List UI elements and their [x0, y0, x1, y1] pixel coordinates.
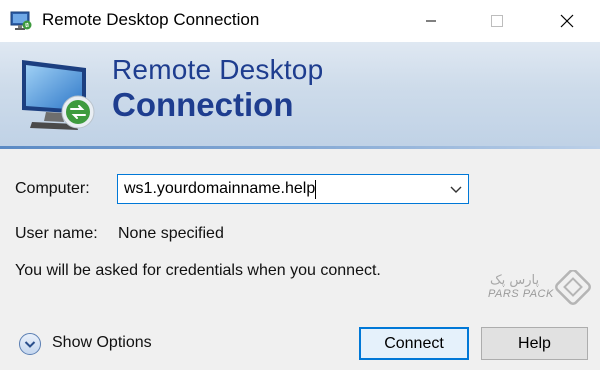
remote-desktop-monitor-icon: [22, 60, 95, 130]
maximize-button[interactable]: [474, 0, 520, 42]
banner-title-line2: Connection: [112, 86, 294, 123]
computer-input[interactable]: ws1.yourdomainname.help: [124, 180, 315, 198]
remote-desktop-app-icon: [10, 11, 32, 30]
help-button[interactable]: Help: [481, 327, 588, 360]
computer-combobox[interactable]: ws1.yourdomainname.help: [117, 174, 469, 204]
username-label: User name:: [15, 225, 98, 242]
connect-button[interactable]: Connect: [359, 327, 469, 360]
close-icon: [560, 14, 574, 28]
computer-label: Computer:: [15, 180, 90, 197]
minimize-button[interactable]: [408, 0, 454, 42]
window-title: Remote Desktop Connection: [42, 10, 260, 29]
title-bar: Remote Desktop Connection: [0, 0, 600, 42]
maximize-icon: [491, 15, 503, 27]
show-options-label[interactable]: Show Options: [52, 334, 152, 352]
credentials-note: You will be asked for credentials when y…: [15, 262, 381, 279]
username-value: None specified: [118, 225, 224, 242]
watermark-text: PARS PACK: [488, 288, 554, 300]
text-cursor: [315, 180, 316, 199]
close-button[interactable]: [544, 0, 590, 42]
banner-title-line1: Remote Desktop: [112, 54, 324, 85]
minimize-icon: [426, 20, 436, 22]
svg-text:پارس پک: پارس پک: [490, 273, 539, 288]
expand-circle-icon[interactable]: [18, 332, 42, 356]
chevron-down-icon[interactable]: [450, 184, 462, 194]
